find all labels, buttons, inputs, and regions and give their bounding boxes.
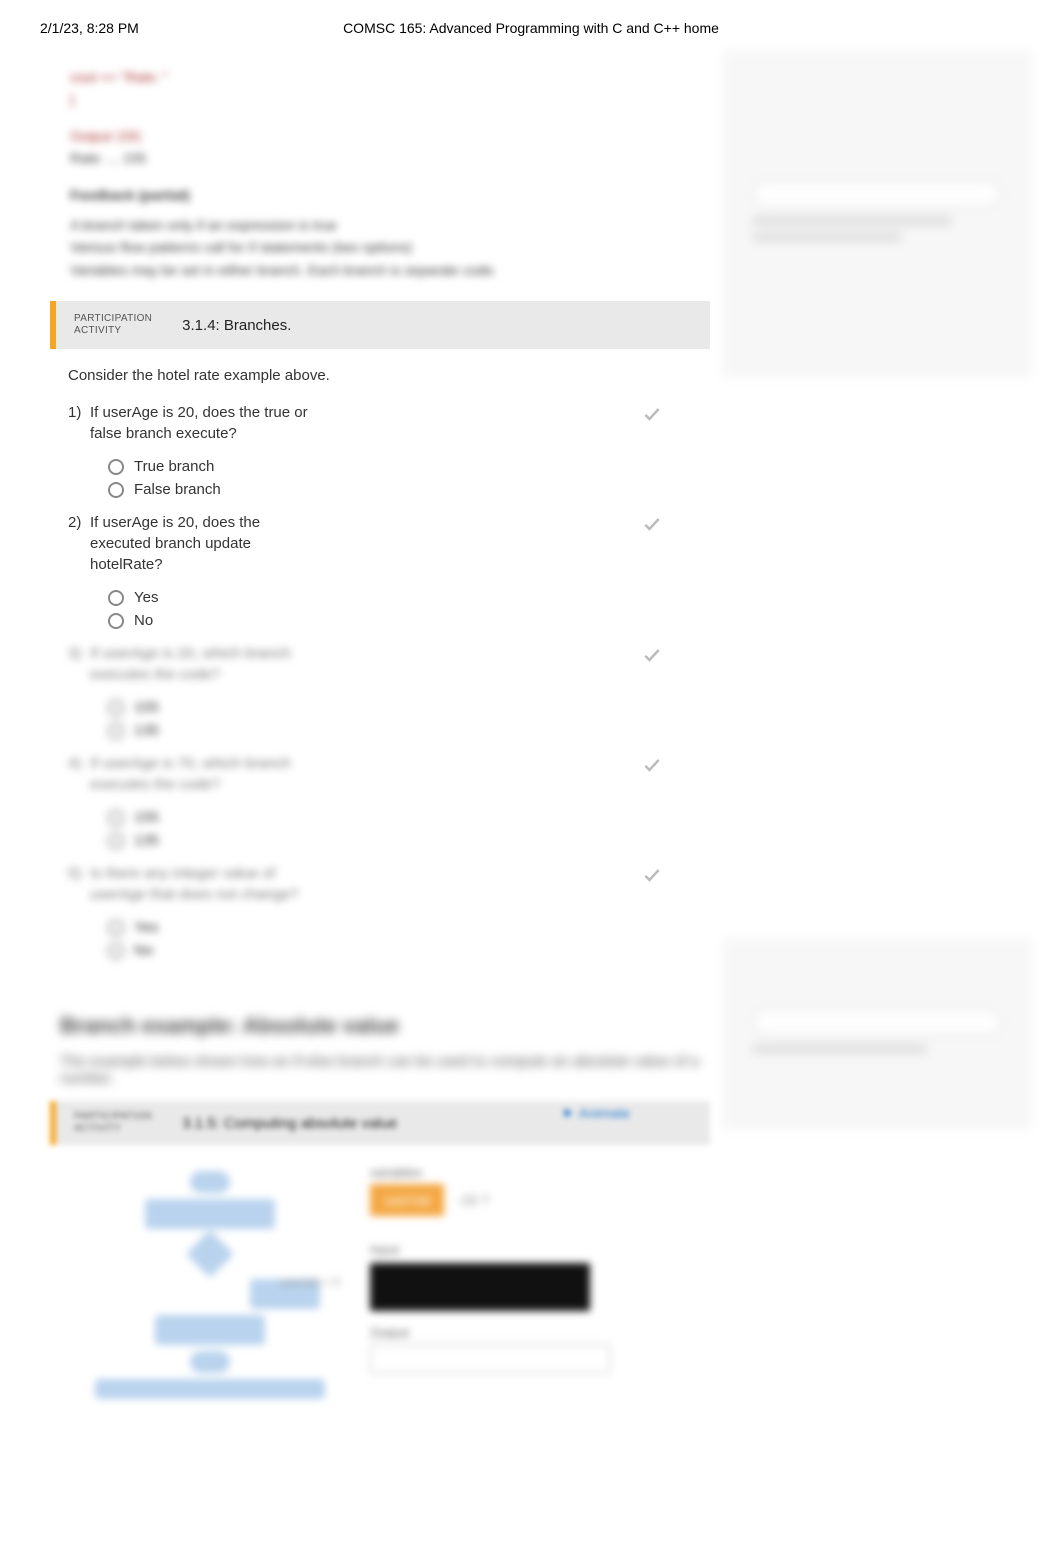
radio-option[interactable]: Yes [108,589,692,606]
variable-box: userVal [370,1184,444,1216]
question-3-options: 155 135 [108,699,692,739]
radio-icon [108,833,124,849]
radio-icon [108,613,124,629]
radio-option[interactable]: Yes [108,919,692,936]
check-icon [642,865,662,885]
activity-header: PARTICIPATION ACTIVITY 3.1.4: Branches. [50,301,710,349]
radio-option[interactable]: 155 [108,809,692,826]
activity-intro: Consider the hotel rate example above. [68,367,692,384]
play-button[interactable]: Animate [561,1105,630,1121]
option-label: False branch [134,481,221,498]
activity-title: 3.1.4: Branches. [182,317,291,334]
radio-icon [108,459,124,475]
radio-option[interactable]: 155 [108,699,692,716]
section-paragraph: The example below shows how an if-else b… [60,1053,700,1087]
right-sidebar [722,50,1032,1130]
code-output-blurred: cout << "Rate: " } Output 155; Rate: ...… [50,46,710,301]
sidebar-card-1 [722,50,1032,378]
radio-icon [108,810,124,826]
option-label: 155 [134,699,159,716]
activity-label: PARTICIPATION ACTIVITY [74,1111,152,1135]
output-label: Output [370,1325,690,1340]
check-icon [642,755,662,775]
radio-icon [108,700,124,716]
header-timestamp: 2/1/23, 8:28 PM [40,20,220,36]
question-2-options: Yes No [108,589,692,629]
sidebar-card-2 [722,938,1032,1130]
option-label: No [134,612,153,629]
flowchart: userVal < 0 [70,1165,350,1405]
animation-header: PARTICIPATION ACTIVITY 3.1.5: Computing … [50,1101,710,1145]
radio-icon [108,920,124,936]
radio-option[interactable]: True branch [108,458,692,475]
radio-icon [108,590,124,606]
activity-body: Consider the hotel rate example above. 1… [50,349,710,983]
input-console [370,1263,590,1311]
question-4: 4) If userAge is 70, which branch execut… [68,753,692,795]
check-icon [642,514,662,534]
radio-icon [108,723,124,739]
check-icon [642,645,662,665]
option-label: Yes [134,919,158,936]
option-label: 155 [134,809,159,826]
animation-title: 3.1.5: Computing absolute value [182,1115,397,1132]
io-panel: variables userVal -15 ? Input Output [370,1165,690,1405]
option-label: True branch [134,458,214,475]
radio-icon [108,943,124,959]
activity-label: PARTICIPATION ACTIVITY [74,313,152,337]
radio-option[interactable]: No [108,612,692,629]
radio-option[interactable]: 135 [108,722,692,739]
main-content: cout << "Rate: " } Output 155; Rate: ...… [50,46,710,1425]
page-header: 2/1/23, 8:28 PM COMSC 165: Advanced Prog… [0,0,1062,46]
option-label: No [134,942,153,959]
variables-label: variables [370,1165,690,1180]
question-1-options: True branch False branch [108,458,692,498]
radio-icon [108,482,124,498]
section-title: Branch example: Absolute value [60,1013,700,1039]
animation-body: userVal < 0 variables userVal -15 ? Inpu… [50,1145,710,1425]
question-3: 3) If userAge is 20, which branch execut… [68,643,692,685]
radio-option[interactable]: 135 [108,832,692,849]
question-2: 2) If userAge is 20, does the executed b… [68,512,692,575]
header-spacer [842,20,1022,36]
option-label: 135 [134,722,159,739]
question-1: 1) If userAge is 20, does the true or fa… [68,402,692,444]
question-5-options: Yes No [108,919,692,959]
option-label: Yes [134,589,158,606]
radio-option[interactable]: No [108,942,692,959]
question-5: 5) Is there any integer value of userAge… [68,863,692,905]
play-label: Animate [579,1105,630,1121]
variable-value: -15 ? [457,1192,489,1208]
option-label: 135 [134,832,159,849]
radio-option[interactable]: False branch [108,481,692,498]
input-label: Input [370,1242,690,1257]
question-4-options: 155 135 [108,809,692,849]
output-console [370,1344,610,1374]
play-icon [561,1106,575,1120]
check-icon [642,404,662,424]
header-title: COMSC 165: Advanced Programming with C a… [220,20,842,36]
